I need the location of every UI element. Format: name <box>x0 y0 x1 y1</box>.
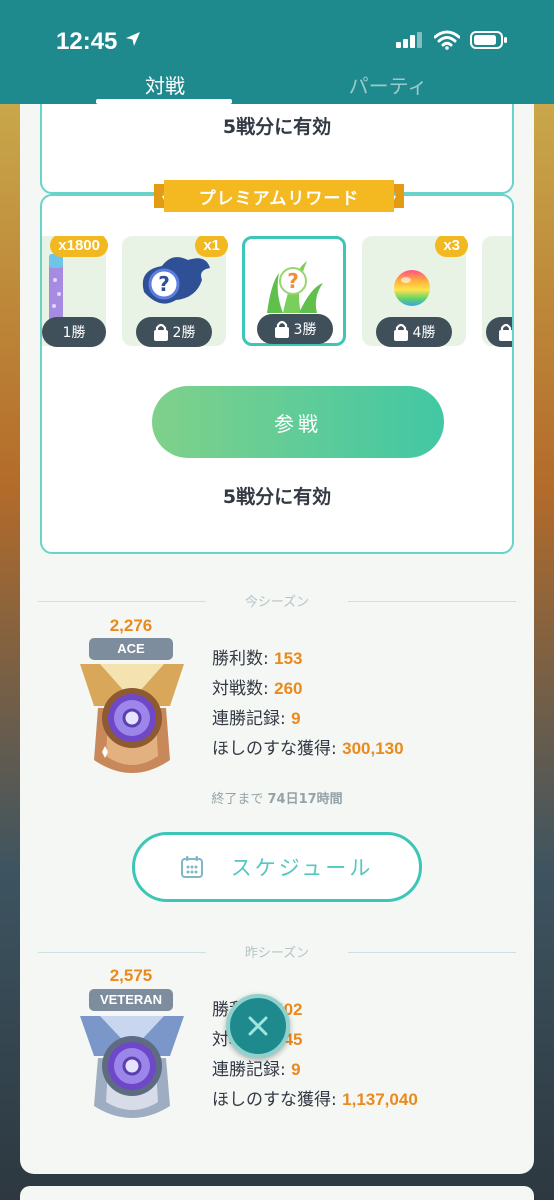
reward-wins: 3勝 <box>293 322 317 338</box>
svg-text:?: ? <box>158 272 170 296</box>
current-season-stats: 勝利数: 153 対戦数: 260 連勝記録: 9 ほしのすな獲得: 300,1… <box>212 644 404 764</box>
current-season-title: 今シーズン <box>244 595 310 610</box>
close-button[interactable] <box>226 994 290 1058</box>
previous-season-rating: 2,575 <box>109 966 153 985</box>
lock-icon <box>499 323 512 341</box>
current-season-rank: ACE <box>89 638 173 660</box>
lock-icon <box>153 323 168 341</box>
close-icon <box>248 1016 268 1036</box>
rainbow-candy-icon <box>392 268 432 312</box>
tab-party[interactable]: パーティ <box>318 70 458 99</box>
previous-season-rank: VETERAN <box>89 989 173 1011</box>
battery-icon <box>470 31 508 53</box>
bottom-sheet-edge <box>20 1186 534 1200</box>
premium-reward-card: x1800 1勝 ? x1 2勝 ? 3勝 x3 4勝 参戦 5戦分に有効 <box>40 194 514 554</box>
reward-wins: 1勝 <box>62 325 86 341</box>
previous-season-divider: 昨シーズン <box>38 942 516 962</box>
stat-row-stardust: ほしのすな獲得: 300,130 <box>212 739 404 759</box>
join-battle-button[interactable]: 参戦 <box>152 386 444 458</box>
status-time: 12:45 <box>56 28 118 55</box>
reward-slot-1[interactable]: x1800 1勝 <box>42 236 108 347</box>
stat-row-battles: 対戦数: 260 <box>212 679 303 699</box>
reward-track[interactable]: x1800 1勝 ? x1 2勝 ? 3勝 x3 4勝 <box>42 236 512 361</box>
reward-slot-3-selected[interactable]: ? 3勝 <box>242 236 346 346</box>
tab-battle[interactable]: 対戦 <box>95 70 235 99</box>
previous-season-title: 昨シーズン <box>244 946 310 961</box>
schedule-button[interactable]: スケジュール <box>132 832 422 902</box>
reward-slot-4[interactable]: x3 4勝 <box>362 236 468 347</box>
svg-text:?: ? <box>287 269 299 293</box>
premium-reward-title: プレミアムリワード <box>198 189 360 209</box>
lock-icon <box>393 323 408 341</box>
reward-count: x1800 <box>50 236 108 257</box>
stat-row-streak: 連勝記録: 9 <box>212 1060 301 1080</box>
reward-slot-5[interactable] <box>482 236 512 347</box>
lock-icon <box>274 320 289 338</box>
reward-count: x1 <box>195 236 228 257</box>
mystery-grass-encounter-icon: ? <box>261 253 327 321</box>
ace-medal-icon <box>78 662 186 788</box>
season-remaining-time: 終了まで 74日17時間 <box>211 792 343 807</box>
status-bar: 12:45 <box>0 0 554 60</box>
premium-valid-text: 5戦分に有効 <box>222 486 332 508</box>
stat-row-wins: 勝利数: 153 <box>212 649 303 669</box>
current-season-divider: 今シーズン <box>38 591 516 611</box>
calendar-icon <box>180 856 203 878</box>
schedule-label: スケジュール <box>230 856 374 880</box>
active-tab-indicator <box>96 99 232 104</box>
signal-icon <box>396 32 424 52</box>
current-season-rating: 2,276 <box>109 616 153 635</box>
free-valid-text: 5戦分に有効 <box>222 116 332 138</box>
reward-wins-pill: 1勝 <box>42 317 106 347</box>
premium-reward-banner: プレミアムリワード <box>154 180 404 212</box>
reward-wins: 4勝 <box>412 325 436 341</box>
mystery-encounter-icon: ? <box>136 250 212 316</box>
reward-wins-pill: 3勝 <box>257 314 333 344</box>
reward-slot-2[interactable]: ? x1 2勝 <box>122 236 228 347</box>
reward-wins: 2勝 <box>172 325 196 341</box>
location-arrow-icon <box>124 30 142 52</box>
reward-count: x3 <box>435 236 468 257</box>
veteran-medal-icon <box>78 1014 186 1130</box>
reward-wins-pill <box>486 317 512 347</box>
top-bar: 12:45 対戦 パーティ <box>0 0 554 104</box>
reward-wins-pill: 2勝 <box>136 317 212 347</box>
wifi-icon <box>433 30 461 54</box>
stat-row-streak: 連勝記録: 9 <box>212 709 301 729</box>
stat-row-stardust: ほしのすな獲得: 1,137,040 <box>212 1090 418 1110</box>
reward-wins-pill: 4勝 <box>376 317 452 347</box>
